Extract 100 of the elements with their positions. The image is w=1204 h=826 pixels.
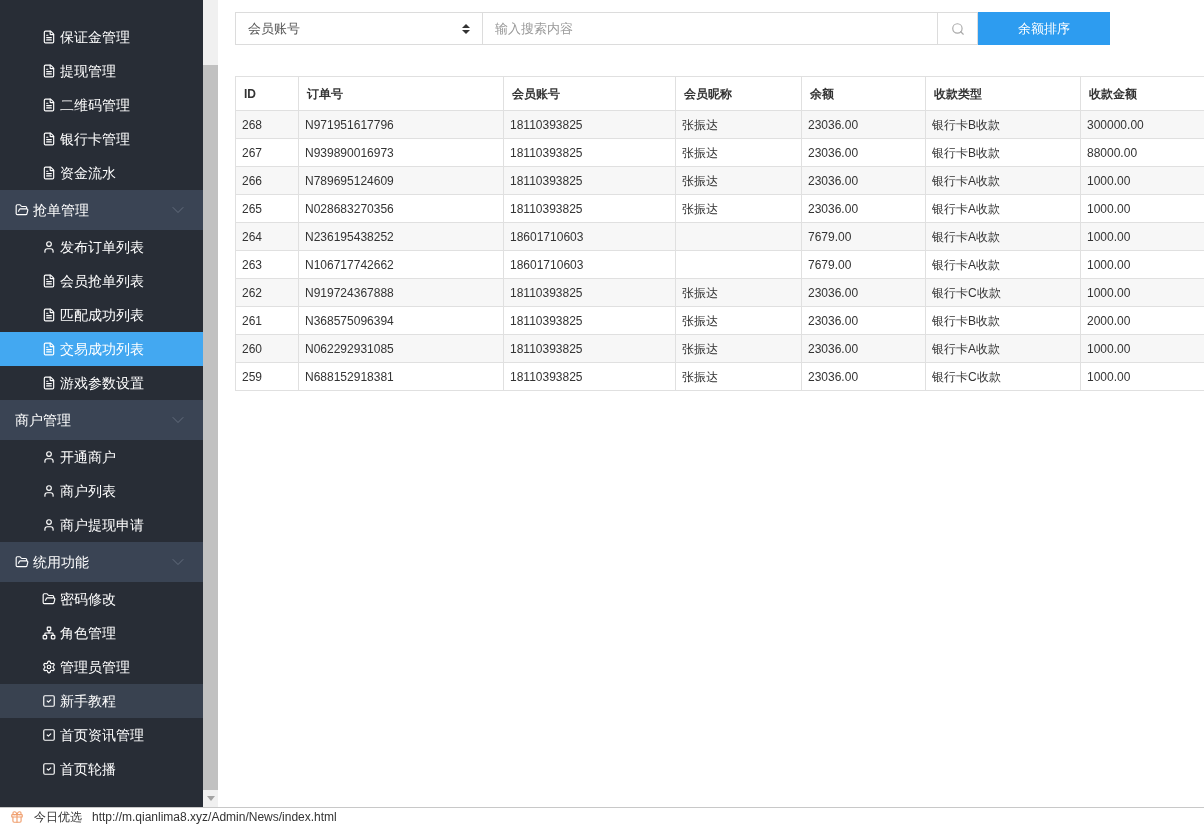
menu-item-icon xyxy=(42,728,56,742)
menu-group-header[interactable]: 统用功能 xyxy=(0,542,203,582)
table-cell: 银行卡B收款 xyxy=(932,145,1000,160)
menu-item-icon xyxy=(42,30,56,44)
menu-item-icon xyxy=(42,132,56,146)
column-header: 收款类型 xyxy=(925,76,1081,111)
table-cell: 261 xyxy=(242,313,263,328)
table-cell: 1000.00 xyxy=(1087,285,1131,300)
menu-item-icon xyxy=(42,98,56,112)
table-cell: 18110393825 xyxy=(510,117,583,132)
menu-item-icon xyxy=(42,660,56,674)
folder-icon xyxy=(15,203,29,217)
menu-item-icon xyxy=(42,240,56,254)
column-header: 会员账号 xyxy=(503,76,676,111)
gift-icon xyxy=(10,810,24,824)
table-cell: 18110393825 xyxy=(510,201,583,216)
table-cell: 18601710603 xyxy=(510,257,584,272)
menu-item-icon xyxy=(42,166,56,180)
table-cell: 23036.00 xyxy=(808,313,859,328)
scroll-down-icon[interactable] xyxy=(206,796,215,801)
status-url: http://m.qianlima8.xyz/Admin/News/index.html xyxy=(92,809,337,826)
menu-item-icon xyxy=(42,308,56,322)
table-cell: 18110393825 xyxy=(510,145,583,160)
column-header: 收款金额 xyxy=(1080,76,1204,111)
table-cell: 1000.00 xyxy=(1087,173,1131,188)
search-icon xyxy=(950,21,965,36)
table-cell: 18110393825 xyxy=(510,369,583,384)
table-cell: 张振达 xyxy=(682,369,718,384)
table-cell: N971951617796 xyxy=(305,117,394,132)
menu-item-icon xyxy=(42,626,56,640)
table-cell: 7679.00 xyxy=(808,229,852,244)
menu-item-icon xyxy=(42,274,56,288)
column-header: 余额 xyxy=(801,76,926,111)
menu-group-header[interactable]: 抢单管理 xyxy=(0,190,203,230)
table-cell: 300000.00 xyxy=(1087,117,1144,132)
table-cell: 7679.00 xyxy=(808,257,852,272)
menu-group-header[interactable]: 商户管理 xyxy=(0,400,203,440)
menu-item-icon xyxy=(42,64,56,78)
table-cell: 银行卡B收款 xyxy=(932,117,1000,132)
table-cell: 18601710603 xyxy=(510,229,584,244)
table-cell: 265 xyxy=(242,201,263,216)
table-cell: 1000.00 xyxy=(1087,341,1131,356)
table-cell: 263 xyxy=(242,257,263,272)
table-cell: N688152918381 xyxy=(305,369,394,384)
table-cell: 23036.00 xyxy=(808,145,859,160)
table-cell: N919724367888 xyxy=(305,285,394,300)
table-cell: 银行卡A收款 xyxy=(932,257,1000,272)
table-cell: N789695124609 xyxy=(305,173,394,188)
menu-item-icon xyxy=(42,518,56,532)
table-cell: 银行卡C收款 xyxy=(932,285,1001,300)
table-cell: 张振达 xyxy=(682,285,718,300)
table-cell: 银行卡A收款 xyxy=(932,341,1000,356)
table-cell: 268 xyxy=(242,117,263,132)
table-cell: 23036.00 xyxy=(808,285,859,300)
menu-item-icon xyxy=(42,694,56,708)
folder-icon xyxy=(15,555,29,569)
sort-arrows-icon xyxy=(462,23,470,34)
table-cell: 267 xyxy=(242,145,263,160)
search-input[interactable]: 输入搜索内容 xyxy=(483,12,938,45)
table-cell: 张振达 xyxy=(682,145,718,160)
menu-item-icon xyxy=(42,342,56,356)
menu-item-icon xyxy=(42,592,56,606)
table-cell: N062292931085 xyxy=(305,341,394,356)
table-cell: 266 xyxy=(242,173,263,188)
table-cell: 23036.00 xyxy=(808,341,859,356)
table-cell: 2000.00 xyxy=(1087,313,1131,328)
table-cell: 18110393825 xyxy=(510,173,583,188)
table-cell: 23036.00 xyxy=(808,117,859,132)
search-field-select[interactable]: 会员账号 xyxy=(235,12,483,45)
table-cell: 张振达 xyxy=(682,341,718,356)
table-cell: 银行卡B收款 xyxy=(932,313,1000,328)
table-cell: 1000.00 xyxy=(1087,257,1131,272)
table-cell: 1000.00 xyxy=(1087,369,1131,384)
table-cell: 262 xyxy=(242,285,263,300)
table-cell: 张振达 xyxy=(682,313,718,328)
table-cell: 银行卡A收款 xyxy=(932,201,1000,216)
table-cell: 张振达 xyxy=(682,173,718,188)
table-cell: 银行卡A收款 xyxy=(932,229,1000,244)
sidebar-item[interactable]: 新手教程 xyxy=(0,684,203,718)
table-cell: 23036.00 xyxy=(808,369,859,384)
table-cell: N236195438252 xyxy=(305,229,394,244)
column-header: ID xyxy=(235,76,299,111)
status-label[interactable]: 今日优选 xyxy=(34,808,82,826)
table-cell: 264 xyxy=(242,229,263,244)
table-cell: 259 xyxy=(242,369,263,384)
table-cell: 23036.00 xyxy=(808,201,859,216)
table-cell: N368575096394 xyxy=(305,313,394,328)
table-cell: 1000.00 xyxy=(1087,229,1131,244)
table-cell: 18110393825 xyxy=(510,313,583,328)
menu-item-icon xyxy=(42,376,56,390)
table-cell: 银行卡C收款 xyxy=(932,369,1001,384)
menu-item-icon xyxy=(42,450,56,464)
table-cell: 张振达 xyxy=(682,201,718,216)
column-header: 订单号 xyxy=(298,76,504,111)
table-cell: 18110393825 xyxy=(510,341,583,356)
table-cell: 1000.00 xyxy=(1087,201,1131,216)
table-cell: 88000.00 xyxy=(1087,145,1138,160)
table-cell: 银行卡A收款 xyxy=(932,173,1000,188)
table-cell: N106717742662 xyxy=(305,257,394,272)
table-cell: N028683270356 xyxy=(305,201,394,216)
